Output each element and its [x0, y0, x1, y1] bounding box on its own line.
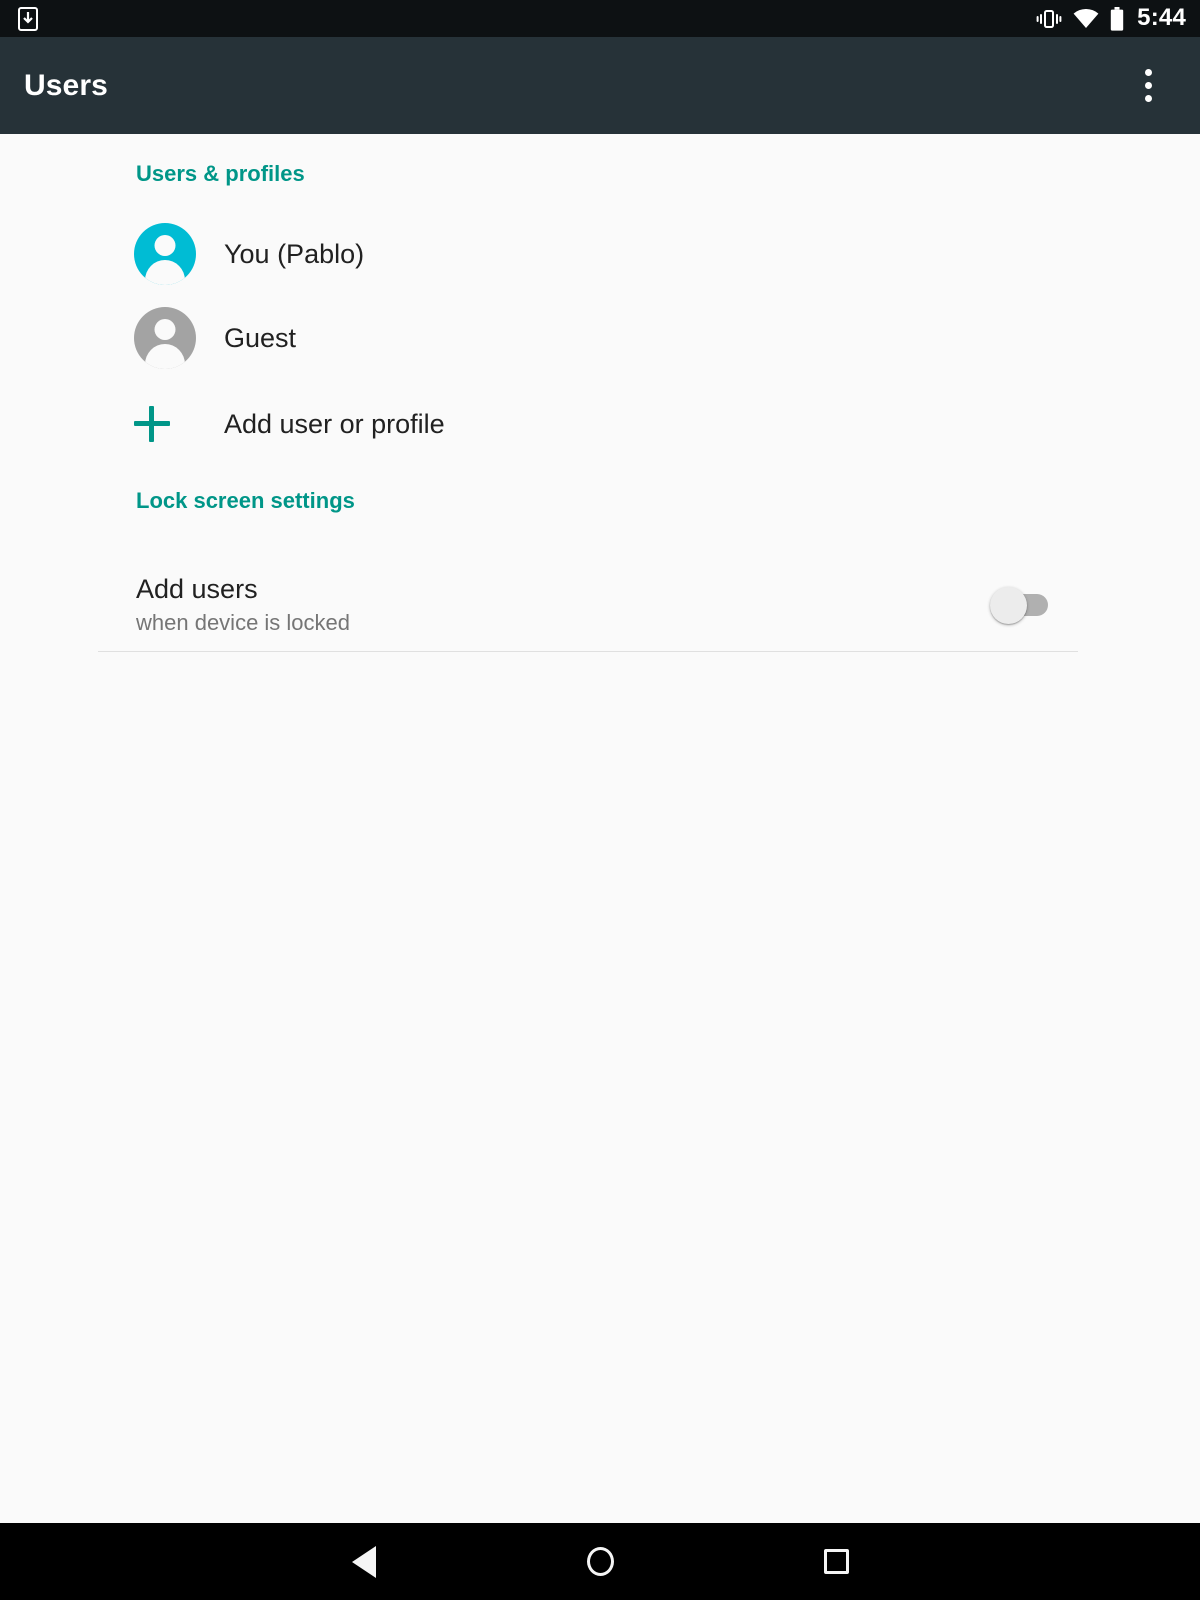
add-user-label: Add user or profile — [224, 408, 445, 439]
download-indicator-icon — [18, 6, 38, 31]
status-bar-clock: 5:44 — [1137, 3, 1186, 31]
system-navigation-bar — [0, 1523, 1200, 1600]
overflow-dot — [1144, 95, 1152, 102]
add-user-or-profile-row[interactable]: Add user or profile — [0, 382, 1200, 466]
setting-subtitle: when device is locked — [136, 609, 351, 635]
page-title: Users — [24, 68, 108, 102]
home-circle — [586, 1547, 614, 1576]
avatar-body — [145, 344, 185, 369]
wifi-icon — [1073, 8, 1099, 28]
user-row-label: You (Pablo) — [224, 238, 365, 269]
setting-row-add-users-when-locked[interactable]: Add users when device is locked — [0, 548, 1200, 661]
more-vertical-icon[interactable] — [1124, 56, 1172, 116]
vibrate-icon — [1036, 9, 1062, 28]
section-header-users-profiles: Users & profiles — [136, 161, 305, 186]
back-icon[interactable] — [326, 1523, 402, 1600]
avatar-head — [154, 235, 176, 256]
settings-content: Users & profiles You (Pablo) Guest Add u… — [0, 134, 1200, 1523]
android-settings-users-screen: 5:44 Users Users & profiles You (Pablo) — [0, 0, 1200, 1600]
home-icon[interactable] — [562, 1523, 638, 1600]
status-bar-system-icons: 5:44 — [1036, 3, 1186, 31]
avatar-head — [154, 319, 176, 340]
plus-icon — [134, 406, 170, 442]
recents-icon[interactable] — [798, 1523, 874, 1600]
switch-thumb — [990, 586, 1027, 624]
user-row-guest[interactable]: Guest — [0, 296, 1200, 380]
status-bar-notifications — [18, 6, 38, 31]
add-users-toggle-switch[interactable] — [990, 586, 1048, 624]
overflow-dot — [1144, 82, 1152, 89]
status-bar: 5:44 — [0, 0, 1200, 37]
user-row-owner[interactable]: You (Pablo) — [0, 212, 1200, 296]
overflow-dot — [1144, 69, 1152, 76]
app-bar: Users — [0, 37, 1200, 134]
back-triangle — [352, 1545, 376, 1578]
battery-full-icon — [1110, 6, 1124, 31]
recents-square — [823, 1549, 849, 1574]
list-divider — [98, 651, 1078, 652]
section-header-lock-screen-settings: Lock screen settings — [136, 488, 355, 513]
setting-text-block: Add users when device is locked — [136, 573, 351, 635]
person-avatar-icon — [134, 307, 196, 369]
avatar-body — [145, 260, 185, 285]
person-avatar-icon — [134, 223, 196, 285]
setting-title: Add users — [136, 573, 258, 604]
user-row-label: Guest — [224, 322, 297, 353]
